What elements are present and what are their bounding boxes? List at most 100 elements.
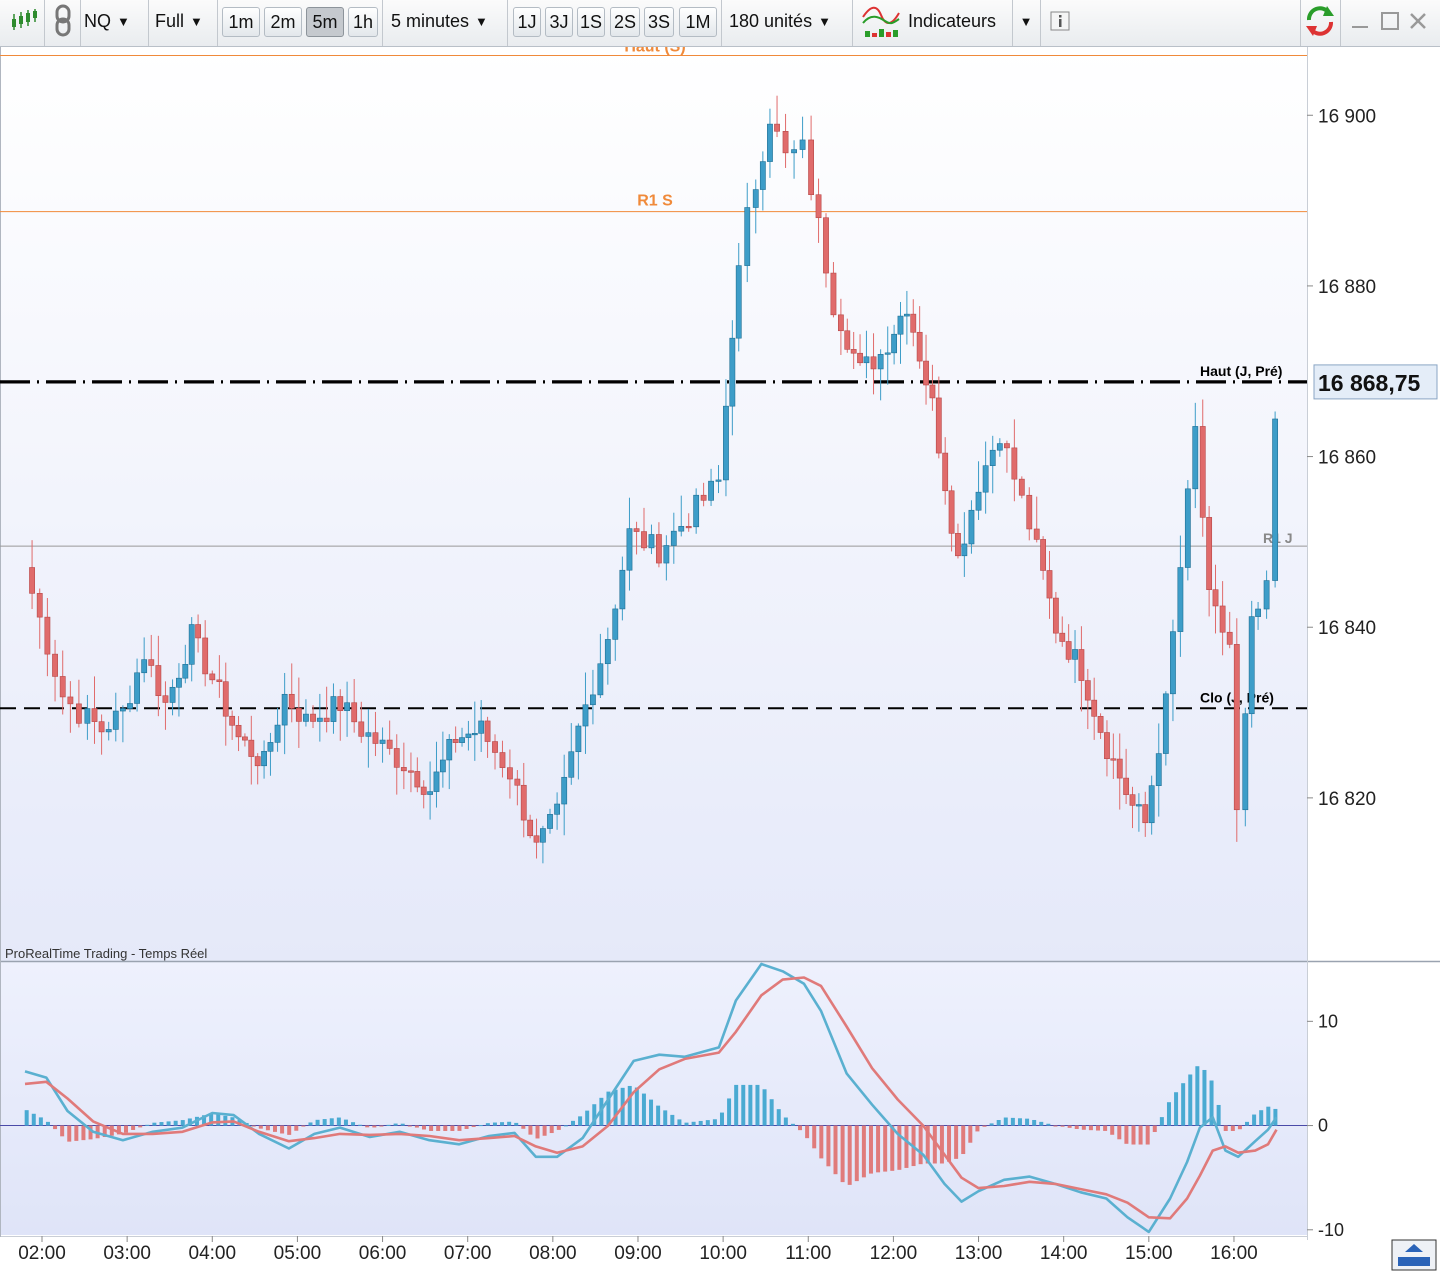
candle-body: [288, 693, 295, 709]
macd-histogram-bar: [542, 1125, 547, 1136]
candle-body: [1026, 494, 1033, 530]
mode-dropdown[interactable]: Full ▼: [155, 3, 215, 39]
macd-histogram-bar: [1124, 1125, 1129, 1144]
macd-histogram-bar: [1188, 1074, 1193, 1126]
macd-histogram-bar: [138, 1125, 143, 1128]
indicators-button[interactable]: Indicateurs: [908, 3, 1008, 39]
link-icon[interactable]: [48, 3, 78, 39]
macd-y-tick-label: 0: [1318, 1116, 1328, 1136]
candle-body: [1142, 804, 1149, 824]
candlestick-type-icon[interactable]: [6, 3, 42, 39]
close-icon[interactable]: [1406, 3, 1430, 39]
candle-body: [452, 738, 459, 743]
macd-histogram-bar: [563, 1125, 568, 1127]
candle-body: [507, 767, 513, 780]
candle-body: [323, 717, 330, 722]
candle-body: [759, 161, 766, 190]
candle-body: [344, 702, 350, 712]
candle-body: [752, 189, 759, 208]
macd-histogram-bar: [1216, 1104, 1221, 1126]
candle-body: [91, 708, 98, 722]
candle-body: [729, 337, 736, 407]
x-tick-label: 15:00: [1125, 1243, 1173, 1264]
candle-body: [1110, 758, 1117, 761]
macd-histogram-bar: [24, 1110, 29, 1126]
indicators-icon[interactable]: [859, 3, 903, 39]
candle-body: [1059, 632, 1066, 642]
macd-histogram-bar: [989, 1123, 994, 1126]
x-tick-label: 07:00: [444, 1243, 492, 1264]
macd-histogram-bar: [1266, 1106, 1271, 1126]
candle-body: [182, 664, 189, 679]
macd-histogram-bar: [53, 1125, 58, 1130]
candle-body: [540, 828, 546, 843]
macd-histogram-bar: [649, 1099, 654, 1126]
candle-body: [1155, 753, 1162, 786]
macd-histogram-bar: [365, 1125, 370, 1128]
macd-histogram-bar: [464, 1125, 469, 1129]
timeframe-5m-button[interactable]: 5m: [306, 7, 344, 37]
macd-histogram-bar: [492, 1122, 497, 1126]
timeframe-2m-button[interactable]: 2m: [264, 7, 302, 37]
candle-body: [242, 736, 248, 741]
range-3j-button[interactable]: 3J: [545, 7, 573, 37]
candle-body: [499, 752, 506, 768]
range-1m-button[interactable]: 1M: [679, 7, 717, 37]
macd-histogram-bar: [1159, 1117, 1164, 1126]
units-dropdown[interactable]: 180 unités ▼: [729, 3, 849, 39]
candle-body: [162, 695, 169, 703]
chevron-down-icon[interactable]: ▼: [1016, 3, 1036, 39]
range-1s-button[interactable]: 1S: [577, 7, 605, 37]
candle-body: [1199, 426, 1206, 518]
candle-body: [1226, 631, 1233, 645]
candle-body: [527, 819, 534, 837]
candle-body: [891, 333, 898, 354]
candle-body: [975, 491, 982, 511]
candle-body: [1046, 570, 1053, 599]
chart-svg[interactable]: Haut (S)R1 SHaut (J, Pré)R1 JClo (J, Pré…: [0, 39, 1440, 1272]
x-tick-label: 05:00: [274, 1243, 322, 1264]
minimize-icon[interactable]: [1348, 3, 1372, 39]
candle-body: [929, 384, 936, 399]
candle-body: [1040, 539, 1047, 571]
candle-body: [1072, 649, 1078, 660]
macd-histogram-bar: [521, 1125, 526, 1129]
timeframe-1h-button[interactable]: 1h: [348, 7, 378, 37]
chevron-down-icon: ▼: [190, 13, 203, 29]
macd-histogram-bar: [514, 1122, 519, 1126]
interval-dropdown[interactable]: 5 minutes ▼: [391, 3, 505, 39]
scroll-right-button[interactable]: [1391, 1239, 1437, 1271]
info-icon[interactable]: [1048, 3, 1072, 39]
macd-histogram-bar: [372, 1125, 377, 1128]
macd-histogram-bar: [897, 1125, 902, 1170]
macd-histogram-bar: [1223, 1125, 1228, 1131]
range-1j-button[interactable]: 1J: [513, 7, 541, 37]
candle-body: [446, 738, 453, 761]
range-3s-button[interactable]: 3S: [644, 7, 674, 37]
candle-body: [1192, 426, 1199, 490]
timeframe-1m-button[interactable]: 1m: [222, 7, 260, 37]
candle-body: [141, 659, 148, 674]
candle-body: [923, 360, 929, 386]
maximize-icon[interactable]: [1378, 3, 1402, 39]
candle-body: [176, 677, 182, 688]
candle-body: [248, 739, 255, 757]
macd-panel-bg: [0, 962, 1307, 1235]
candle-body: [1184, 488, 1191, 568]
symbol-dropdown[interactable]: NQ ▼: [84, 3, 144, 39]
refresh-icon[interactable]: [1302, 3, 1338, 39]
candle: [1248, 600, 1255, 728]
macd-histogram-bar: [1088, 1125, 1093, 1131]
macd-histogram-bar: [258, 1125, 263, 1129]
candle-body: [420, 786, 427, 795]
candle-body: [708, 480, 714, 501]
candle-body: [148, 659, 155, 666]
macd-histogram-bar: [1152, 1125, 1157, 1133]
macd-histogram-bar: [1025, 1118, 1030, 1126]
candle-body: [1052, 597, 1059, 634]
price-panel-bg: [0, 47, 1307, 961]
candle-body: [229, 715, 236, 726]
candle-body: [188, 624, 195, 665]
range-2s-button[interactable]: 2S: [610, 7, 640, 37]
candle-body: [590, 694, 596, 706]
